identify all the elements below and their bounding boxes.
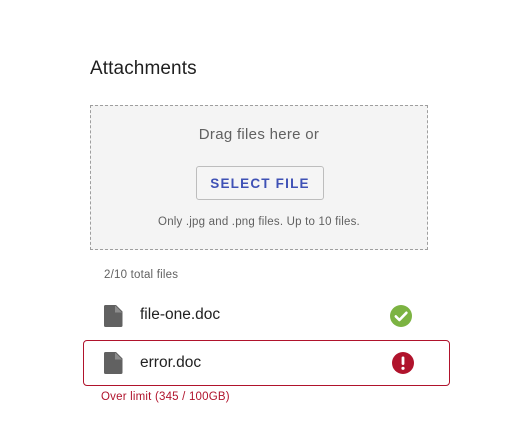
file-icon	[104, 305, 123, 327]
file-error-message: Over limit (345 / 100GB)	[101, 391, 230, 403]
file-dropzone[interactable]: Drag files here or SELECT FILE Only .jpg…	[90, 105, 428, 250]
error-icon	[392, 352, 414, 374]
dropzone-hint: Only .jpg and .png files. Up to 10 files…	[158, 216, 360, 228]
file-name: error.doc	[140, 354, 202, 371]
file-icon	[104, 352, 123, 374]
check-circle-icon	[390, 305, 412, 327]
file-list-item: file-one.doc	[83, 292, 450, 338]
file-name: file-one.doc	[140, 306, 221, 323]
select-file-button[interactable]: SELECT FILE	[196, 166, 324, 200]
file-list-item-error: error.doc	[83, 340, 450, 386]
dropzone-prompt: Drag files here or	[198, 126, 320, 143]
file-count: 2/10 total files	[104, 269, 179, 281]
attachments-title: Attachments	[90, 58, 197, 79]
